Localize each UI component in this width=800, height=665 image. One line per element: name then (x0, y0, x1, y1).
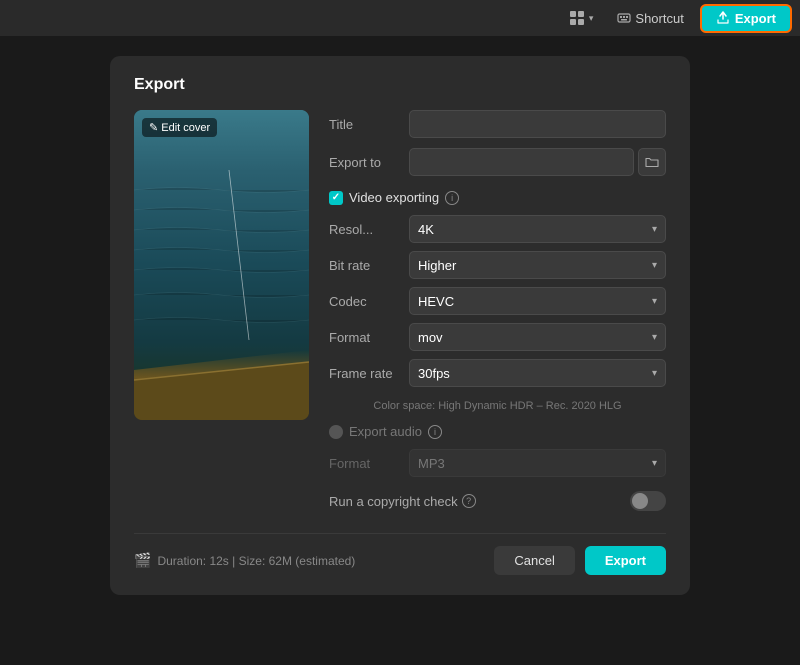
bottom-bar: 🎬 Duration: 12s | Size: 62M (estimated) … (134, 533, 666, 575)
video-exporting-info-icon[interactable]: i (445, 191, 459, 205)
audio-format-row: Format MP3 ▾ (329, 449, 666, 477)
form-area: Title Export to (329, 110, 666, 517)
export-audio-info-icon[interactable]: i (428, 425, 442, 439)
format-row: Format mov ▾ (329, 323, 666, 351)
export-button[interactable]: Export (585, 546, 666, 575)
export-audio-header: Export audio i (329, 424, 666, 439)
folder-button[interactable] (638, 148, 666, 176)
resolution-chevron: ▾ (652, 224, 657, 235)
bitrate-chevron: ▾ (652, 260, 657, 271)
layout-icon (569, 10, 585, 26)
framerate-row: Frame rate 30fps ▾ (329, 359, 666, 387)
color-space-note: Color space: High Dynamic HDR – Rec. 202… (329, 399, 666, 414)
edit-cover-button[interactable]: ✎ Edit cover (142, 118, 217, 137)
format-dropdown[interactable]: mov ▾ (409, 323, 666, 351)
export-to-label: Export to (329, 155, 409, 170)
codec-value: HEVC (418, 294, 454, 309)
format-chevron: ▾ (652, 332, 657, 343)
export-audio-toggle[interactable] (329, 425, 343, 439)
audio-format-label: Format (329, 456, 409, 471)
bottom-buttons: Cancel Export (494, 546, 666, 575)
copyright-label: Run a copyright check ? (329, 494, 630, 509)
bitrate-dropdown[interactable]: Higher ▾ (409, 251, 666, 279)
duration-info: 🎬 Duration: 12s | Size: 62M (estimated) (134, 552, 355, 569)
water-svg (134, 110, 309, 420)
audio-format-chevron: ▾ (652, 458, 657, 469)
bitrate-label: Bit rate (329, 258, 409, 273)
folder-icon (645, 156, 659, 168)
copyright-info-icon[interactable]: ? (462, 494, 476, 508)
codec-dropdown[interactable]: HEVC ▾ (409, 287, 666, 315)
duration-text: Duration: 12s | Size: 62M (estimated) (157, 554, 355, 568)
video-exporting-header: Video exporting i (329, 190, 666, 205)
codec-chevron: ▾ (652, 296, 657, 307)
export-top-label: Export (735, 11, 776, 26)
cancel-button[interactable]: Cancel (494, 546, 574, 575)
export-audio-label: Export audio (349, 424, 422, 439)
resolution-row: Resol... 4K ▾ (329, 215, 666, 243)
framerate-dropdown[interactable]: 30fps ▾ (409, 359, 666, 387)
copyright-toggle-knob (632, 493, 648, 509)
export-to-row: Export to (329, 148, 666, 176)
export-icon (716, 11, 730, 25)
layout-chevron: ▾ (589, 13, 594, 24)
dialog-title: Export (134, 76, 666, 94)
format-label: Format (329, 330, 409, 345)
dialog-body: ✎ Edit cover Title Export to (134, 110, 666, 517)
thumbnail-wrapper: ✎ Edit cover (134, 110, 309, 420)
resolution-value: 4K (418, 222, 434, 237)
video-exporting-checkbox[interactable] (329, 191, 343, 205)
resolution-label: Resol... (329, 222, 409, 237)
main-area: Export (0, 36, 800, 665)
format-value: mov (418, 330, 443, 345)
top-bar: ▾ Shortcut Export (0, 0, 800, 36)
shortcut-label: Shortcut (635, 11, 683, 26)
film-icon: 🎬 (134, 552, 151, 569)
thumbnail-area: ✎ Edit cover (134, 110, 309, 517)
framerate-label: Frame rate (329, 366, 409, 381)
copyright-toggle[interactable] (630, 491, 666, 511)
export-top-button[interactable]: Export (700, 4, 792, 33)
layout-button[interactable]: ▾ (561, 6, 602, 30)
title-input[interactable] (409, 110, 666, 138)
export-to-field (409, 148, 666, 176)
export-path-input[interactable] (409, 148, 634, 176)
bitrate-row: Bit rate Higher ▾ (329, 251, 666, 279)
resolution-dropdown[interactable]: 4K ▾ (409, 215, 666, 243)
title-label: Title (329, 117, 409, 132)
audio-format-dropdown[interactable]: MP3 ▾ (409, 449, 666, 477)
audio-format-value: MP3 (418, 456, 445, 471)
video-exporting-label: Video exporting (349, 190, 439, 205)
export-dialog: Export (110, 56, 690, 595)
bitrate-value: Higher (418, 258, 456, 273)
shortcut-button[interactable]: Shortcut (609, 7, 691, 30)
framerate-chevron: ▾ (652, 368, 657, 379)
copyright-row: Run a copyright check ? (329, 491, 666, 511)
thumbnail-image (134, 110, 309, 420)
title-row: Title (329, 110, 666, 138)
codec-row: Codec HEVC ▾ (329, 287, 666, 315)
keyboard-icon (617, 11, 631, 25)
framerate-value: 30fps (418, 366, 450, 381)
codec-label: Codec (329, 294, 409, 309)
